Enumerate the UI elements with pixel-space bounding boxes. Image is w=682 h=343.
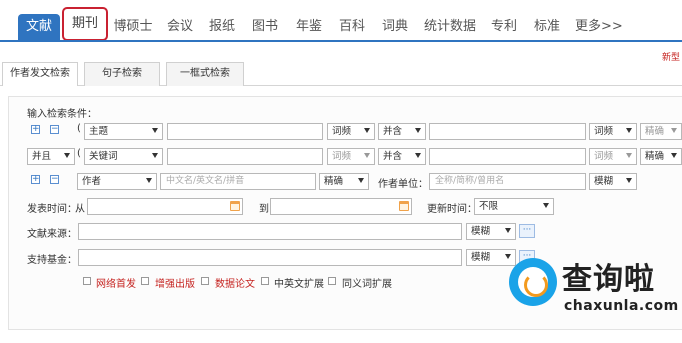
fund-match-select[interactable]: 模糊 <box>466 249 516 266</box>
nav-tab-literature[interactable]: 文献 <box>18 14 60 40</box>
field-select-1[interactable]: 主题 <box>84 123 163 140</box>
date-from-input[interactable] <box>87 198 243 215</box>
match-select-1[interactable]: 精确 <box>640 123 682 140</box>
top-nav: 文献 期刊 博硕士 会议 报纸 图书 年鉴 百科 词典 统计数据 专利 标准 更… <box>0 0 682 46</box>
remove-author-button[interactable]: − <box>50 175 59 184</box>
source-match-select-value: 模糊 <box>471 226 491 237</box>
option-checkbox[interactable] <box>328 277 336 285</box>
nav-tab-more[interactable]: 更多>> <box>575 14 623 40</box>
field-select-1-value: 主题 <box>89 126 109 137</box>
source-input[interactable] <box>78 223 462 240</box>
fund-match-select-value: 模糊 <box>471 252 491 263</box>
nav-tab-conference[interactable]: 会议 <box>165 14 195 40</box>
fund-label: 支持基金： <box>27 255 77 266</box>
unit-match-select[interactable]: 模糊 <box>589 173 637 190</box>
add-author-button[interactable]: + <box>31 175 40 184</box>
keyword-input-1b[interactable] <box>429 123 586 140</box>
date-from-label: 从 <box>75 204 85 215</box>
author-match-select[interactable]: 精确 <box>319 173 369 190</box>
match-select-2[interactable]: 精确 <box>640 148 682 165</box>
keyword-input-2[interactable] <box>167 148 323 165</box>
conj-select-2[interactable]: 并且 <box>27 148 75 165</box>
date-to-input[interactable] <box>270 198 412 215</box>
logic-select-2-value: 并含 <box>383 151 403 162</box>
option-synonym-expand[interactable]: 同义词扩展 <box>342 275 392 290</box>
author-field-select[interactable]: 作者 <box>77 173 157 190</box>
option-enhanced-pub[interactable]: 增强出版 <box>155 275 195 290</box>
watermark-logo-icon <box>509 258 557 306</box>
update-time-label: 更新时间： <box>427 204 477 215</box>
freq-select-1b[interactable]: 词频 <box>589 123 637 140</box>
keyword-input-2b[interactable] <box>429 148 586 165</box>
option-checkbox[interactable] <box>141 277 149 285</box>
watermark-url: chaxunla.com <box>564 298 679 314</box>
field-select-2-value: 关键词 <box>89 151 118 162</box>
option-network-first[interactable]: 网络首发 <box>96 275 136 290</box>
option-checkbox[interactable] <box>261 277 269 285</box>
fund-input[interactable] <box>78 249 462 266</box>
logic-select-2[interactable]: 并含 <box>378 148 426 165</box>
tab-sentence-search[interactable]: 句子检索 <box>84 62 160 86</box>
author-name-placeholder: 中文名/英文名/拼音 <box>166 176 245 186</box>
nav-tab-yearbook[interactable]: 年鉴 <box>294 14 324 40</box>
nav-tab-standard[interactable]: 标准 <box>532 14 562 40</box>
option-checkbox[interactable] <box>83 277 91 285</box>
nav-tab-patent[interactable]: 专利 <box>489 14 519 40</box>
option-checkbox[interactable] <box>201 277 209 285</box>
nav-tab-newspaper[interactable]: 报纸 <box>207 14 237 40</box>
open-paren: ( <box>77 123 81 134</box>
freq-select-2b[interactable]: 词频 <box>589 148 637 165</box>
match-select-2-value: 精确 <box>645 151 665 162</box>
add-row-button[interactable]: + <box>31 125 40 134</box>
open-paren-2: ( <box>77 148 81 159</box>
nav-tab-encyclopedia[interactable]: 百科 <box>337 14 367 40</box>
freq-select-2-value: 词频 <box>332 151 352 162</box>
logic-select-1-value: 并含 <box>383 126 403 137</box>
option-data-paper[interactable]: 数据论文 <box>215 275 255 290</box>
match-select-1-value: 精确 <box>645 126 665 137</box>
calendar-icon[interactable] <box>230 201 240 211</box>
author-unit-input[interactable]: 全称/简称/曾用名 <box>429 173 586 190</box>
search-mode-tabs: 作者发文检索 句子检索 一框式检索 <box>0 62 682 86</box>
date-to-label: 到 <box>259 204 269 215</box>
author-unit-label: 作者单位： <box>378 179 428 190</box>
search-conditions-header: 输入检索条件： <box>27 109 97 120</box>
author-field-select-value: 作者 <box>82 176 102 187</box>
nav-tab-books[interactable]: 图书 <box>250 14 280 40</box>
nav-tab-statistics[interactable]: 统计数据 <box>422 14 478 40</box>
unit-match-select-value: 模糊 <box>594 176 614 187</box>
watermark-title: 查询啦 <box>562 262 655 297</box>
author-name-input[interactable]: 中文名/英文名/拼音 <box>160 173 316 190</box>
nav-underline <box>0 40 682 42</box>
nav-tab-journal[interactable]: 期刊 <box>62 7 108 41</box>
author-unit-placeholder: 全称/简称/曾用名 <box>435 176 505 186</box>
freq-select-1[interactable]: 词频 <box>327 123 375 140</box>
freq-select-2b-value: 词频 <box>594 151 614 162</box>
keyword-input-1[interactable] <box>167 123 323 140</box>
freq-select-1-value: 词频 <box>332 126 352 137</box>
remove-row-button[interactable]: − <box>50 125 59 134</box>
publish-date-label: 发表时间： <box>27 204 77 215</box>
tab-single-box-search[interactable]: 一框式检索 <box>166 62 244 86</box>
logic-select-1[interactable]: 并含 <box>378 123 426 140</box>
option-cn-en-expand[interactable]: 中英文扩展 <box>274 275 324 290</box>
source-browse-button[interactable]: ··· <box>519 224 535 238</box>
nav-tab-dictionary[interactable]: 词典 <box>380 14 410 40</box>
freq-select-2[interactable]: 词频 <box>327 148 375 165</box>
source-label: 文献来源： <box>27 229 77 240</box>
source-match-select[interactable]: 模糊 <box>466 223 516 240</box>
update-time-select[interactable]: 不限 <box>474 198 554 215</box>
freq-select-1b-value: 词频 <box>594 126 614 137</box>
nav-tab-thesis[interactable]: 博硕士 <box>112 14 154 40</box>
tab-author-search[interactable]: 作者发文检索 <box>2 62 78 86</box>
update-time-select-value: 不限 <box>479 201 499 212</box>
field-select-2[interactable]: 关键词 <box>84 148 163 165</box>
author-match-select-value: 精确 <box>324 176 344 187</box>
calendar-icon[interactable] <box>399 201 409 211</box>
conj-select-2-value: 并且 <box>32 151 52 162</box>
